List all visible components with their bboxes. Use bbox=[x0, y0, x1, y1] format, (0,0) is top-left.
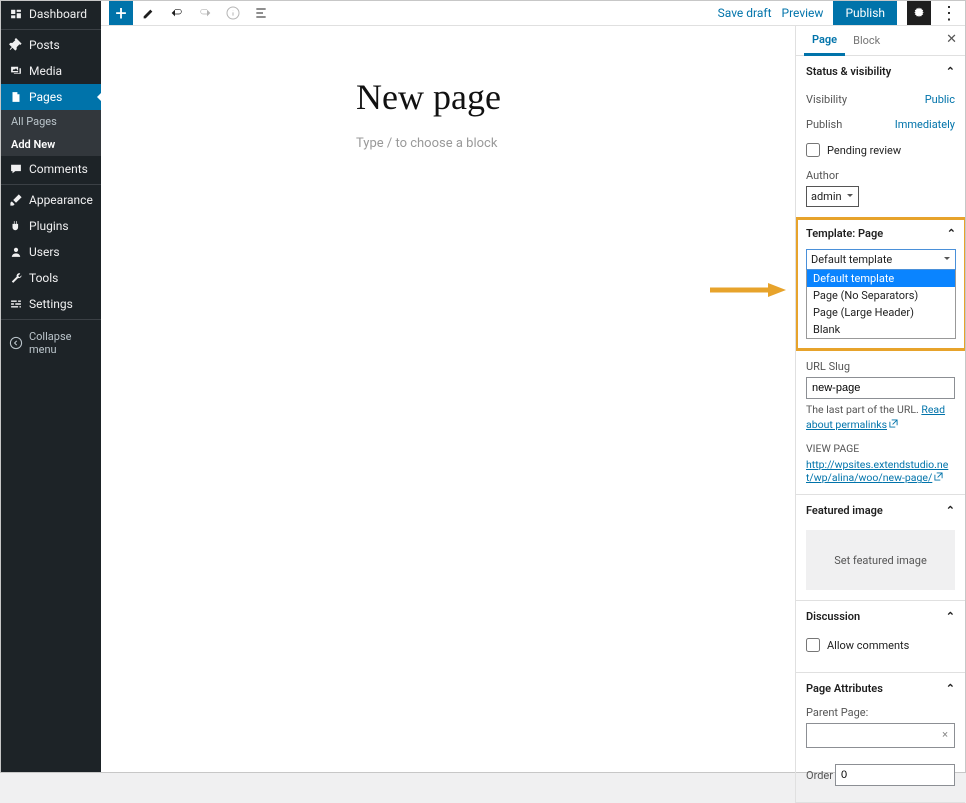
parent-page-select[interactable]: × bbox=[806, 723, 955, 748]
sidebar-sub-all-pages[interactable]: All Pages bbox=[1, 110, 101, 133]
url-slug-input[interactable] bbox=[806, 377, 955, 399]
settings-toggle-button[interactable] bbox=[907, 1, 931, 25]
publish-button[interactable]: Publish bbox=[833, 1, 897, 25]
editor-toolbar: + Save draft Preview Publish ⋮ bbox=[101, 1, 965, 26]
preview-button[interactable]: Preview bbox=[782, 6, 824, 20]
close-settings-button[interactable]: ✕ bbox=[946, 32, 957, 47]
panel-attributes-toggle[interactable]: Page Attributes ⌃ bbox=[796, 673, 965, 704]
media-icon bbox=[9, 64, 23, 78]
sidebar-item-label: Plugins bbox=[29, 219, 69, 233]
sidebar-item-label: Dashboard bbox=[29, 7, 87, 21]
template-option[interactable]: Default template bbox=[807, 270, 955, 287]
block-placeholder[interactable]: Type / to choose a block bbox=[356, 136, 795, 151]
template-option[interactable]: Blank bbox=[807, 321, 955, 338]
view-page-label: VIEW PAGE bbox=[806, 442, 955, 455]
sidebar-item-label: Users bbox=[29, 245, 60, 259]
sidebar-item-label: Pages bbox=[29, 90, 62, 104]
dashboard-icon bbox=[9, 7, 23, 21]
order-label: Order bbox=[806, 769, 833, 782]
visibility-button[interactable]: Public bbox=[925, 93, 955, 106]
order-input[interactable] bbox=[835, 764, 955, 786]
sidebar-item-label: Appearance bbox=[29, 193, 93, 207]
edit-mode-button[interactable] bbox=[137, 1, 161, 25]
panel-title: Featured image bbox=[806, 504, 883, 517]
tab-block[interactable]: Block bbox=[845, 27, 888, 54]
sidebar-item-label: Tools bbox=[29, 271, 58, 285]
more-options-button[interactable]: ⋮ bbox=[941, 1, 957, 25]
sidebar-item-label: Media bbox=[29, 64, 62, 78]
panel-discussion-toggle[interactable]: Discussion ⌃ bbox=[796, 601, 965, 632]
chevron-up-icon: ⌃ bbox=[946, 504, 955, 517]
author-select[interactable]: admin bbox=[806, 186, 859, 207]
sidebar-item-plugins[interactable]: Plugins bbox=[1, 213, 101, 239]
add-block-button[interactable]: + bbox=[109, 1, 133, 25]
page-title-input[interactable]: New page bbox=[356, 76, 795, 118]
sidebar-item-users[interactable]: Users bbox=[1, 239, 101, 265]
template-select[interactable]: Default template bbox=[806, 249, 956, 270]
sidebar-item-appearance[interactable]: Appearance bbox=[1, 187, 101, 213]
sidebar-item-dashboard[interactable]: Dashboard bbox=[1, 1, 101, 27]
page-icon bbox=[9, 90, 23, 104]
url-slug-label: URL Slug bbox=[806, 360, 955, 373]
publish-date-button[interactable]: Immediately bbox=[895, 118, 955, 131]
page-url-link[interactable]: http://wpsites.extendstudio.net/wp/alina… bbox=[806, 458, 955, 484]
parent-page-label: Parent Page: bbox=[806, 706, 955, 719]
allow-comments-label: Allow comments bbox=[827, 639, 909, 652]
user-icon bbox=[9, 245, 23, 259]
template-option[interactable]: Page (Large Header) bbox=[807, 304, 955, 321]
allow-comments-checkbox[interactable] bbox=[806, 638, 820, 652]
external-link-icon bbox=[889, 418, 898, 427]
set-featured-image-button[interactable]: Set featured image bbox=[806, 530, 955, 590]
template-dropdown: Default template Page (No Separators) Pa… bbox=[806, 270, 956, 339]
chevron-up-icon: ⌃ bbox=[947, 227, 956, 240]
undo-button[interactable] bbox=[165, 1, 189, 25]
comment-icon bbox=[9, 162, 23, 176]
sidebar-sub-add-new[interactable]: Add New bbox=[1, 133, 101, 156]
clear-parent-button[interactable]: × bbox=[942, 728, 948, 741]
sliders-icon bbox=[9, 297, 23, 311]
template-option[interactable]: Page (No Separators) bbox=[807, 287, 955, 304]
sidebar-item-media[interactable]: Media bbox=[1, 58, 101, 84]
sidebar-item-comments[interactable]: Comments bbox=[1, 156, 101, 182]
panel-title: Discussion bbox=[806, 610, 860, 623]
panel-featured-toggle[interactable]: Featured image ⌃ bbox=[796, 495, 965, 526]
save-draft-button[interactable]: Save draft bbox=[718, 6, 772, 20]
pending-review-checkbox[interactable] bbox=[806, 143, 820, 157]
sidebar-item-label: Posts bbox=[29, 38, 60, 52]
sidebar-item-label: Comments bbox=[29, 162, 88, 176]
outline-button[interactable] bbox=[249, 1, 273, 25]
sidebar-item-settings[interactable]: Settings bbox=[1, 291, 101, 317]
chevron-up-icon: ⌃ bbox=[946, 65, 955, 78]
external-link-icon bbox=[934, 471, 943, 480]
sidebar-item-posts[interactable]: Posts bbox=[1, 32, 101, 58]
admin-sidebar: Dashboard Posts Media Pages All Pages Ad… bbox=[1, 1, 101, 772]
sidebar-item-tools[interactable]: Tools bbox=[1, 265, 101, 291]
tab-page[interactable]: Page bbox=[804, 26, 845, 56]
visibility-label: Visibility bbox=[806, 93, 847, 106]
sidebar-item-label: Settings bbox=[29, 297, 73, 311]
plug-icon bbox=[9, 219, 23, 233]
editor-canvas[interactable]: New page Type / to choose a block bbox=[101, 26, 795, 803]
brush-icon bbox=[9, 193, 23, 207]
permalink-help-text: The last part of the URL. Read about per… bbox=[806, 399, 955, 436]
panel-title: Status & visibility bbox=[806, 65, 891, 78]
chevron-up-icon: ⌃ bbox=[946, 610, 955, 623]
info-button[interactable] bbox=[221, 1, 245, 25]
collapse-label: Collapse menu bbox=[29, 330, 93, 356]
pending-review-label: Pending review bbox=[827, 144, 901, 157]
wrench-icon bbox=[9, 271, 23, 285]
collapse-menu[interactable]: Collapse menu bbox=[1, 322, 101, 364]
redo-button[interactable] bbox=[193, 1, 217, 25]
sidebar-item-pages[interactable]: Pages bbox=[1, 84, 101, 110]
chevron-up-icon: ⌃ bbox=[946, 682, 955, 695]
pin-icon bbox=[9, 38, 23, 52]
panel-status-toggle[interactable]: Status & visibility ⌃ bbox=[796, 56, 965, 87]
collapse-icon bbox=[9, 336, 23, 350]
settings-sidebar: Page Block ✕ Status & visibility ⌃ Visib… bbox=[795, 26, 965, 803]
panel-template-toggle[interactable]: Template: Page ⌃ bbox=[796, 218, 965, 249]
panel-title: Template: Page bbox=[806, 227, 883, 240]
author-label: Author bbox=[806, 169, 955, 182]
publish-label: Publish bbox=[806, 118, 842, 131]
panel-title: Page Attributes bbox=[806, 682, 883, 695]
